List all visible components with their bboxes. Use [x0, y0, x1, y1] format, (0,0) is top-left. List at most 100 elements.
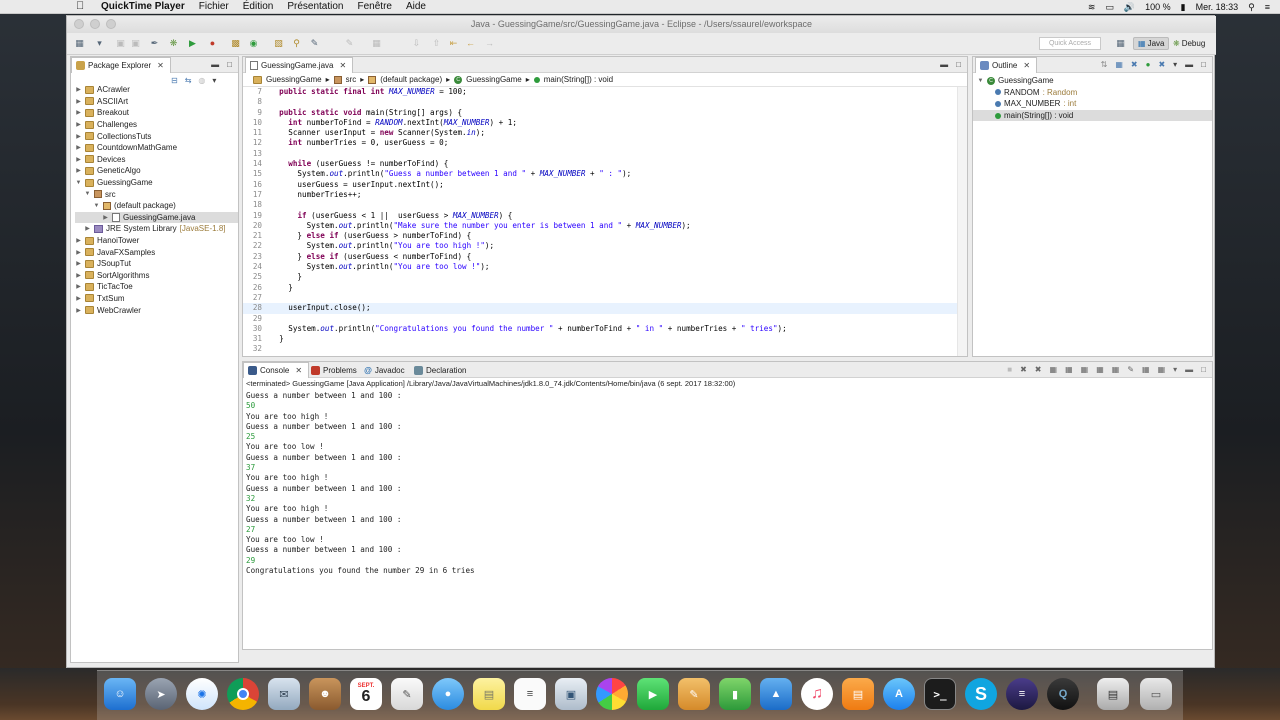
tree-item-src[interactable]: ▼ src	[75, 188, 238, 200]
expand-arrow-icon[interactable]: ▶	[75, 156, 82, 163]
code-line[interactable]: 31 }	[243, 334, 967, 344]
zoom-window-button[interactable]	[106, 19, 116, 29]
quicktime-icon[interactable]: Q	[1047, 678, 1079, 710]
code-line[interactable]: 8	[243, 97, 967, 107]
run-last-tool-icon[interactable]: ●	[207, 38, 218, 48]
expand-arrow-icon[interactable]: ▶	[75, 121, 82, 128]
app-menu[interactable]: QuickTime Player	[101, 1, 185, 12]
tree-item-jre-library[interactable]: ▶ JRE System Library [JavaSE-1.8]	[75, 223, 238, 235]
show-on-error-icon[interactable]: ▦	[1112, 365, 1120, 374]
clear-console-icon[interactable]: ▦	[1050, 365, 1058, 374]
tree-item-hanoitower[interactable]: ▶ HanoiTower	[75, 235, 238, 247]
breadcrumb-item[interactable]: GuessingGame	[266, 75, 322, 84]
debug-icon[interactable]: ❋	[168, 38, 179, 48]
view-menu-icon[interactable]: ▾	[1173, 60, 1177, 69]
back-icon[interactable]: ←	[465, 38, 476, 48]
tree-item-asciiart[interactable]: ▶ ASCIIArt	[75, 96, 238, 108]
notes-icon[interactable]: ✎	[391, 678, 423, 710]
scroll-lock-icon[interactable]: ▦	[1065, 365, 1073, 374]
minimize-icon[interactable]: ▬	[211, 60, 219, 69]
collapse-arrow-icon[interactable]: ▼	[93, 203, 100, 209]
spotlight-icon[interactable]: ⚲	[1248, 2, 1255, 13]
maximize-icon[interactable]: □	[1201, 60, 1206, 69]
expand-arrow-icon[interactable]: ▶	[75, 86, 82, 93]
expand-arrow-icon[interactable]: ▶	[75, 237, 82, 244]
hide-fields-icon[interactable]: ▦	[1115, 60, 1123, 69]
expand-arrow-icon[interactable]: ▶	[75, 98, 82, 105]
tab-javadoc[interactable]: @ Javadoc	[360, 362, 411, 378]
hide-local-types-icon[interactable]: ✖	[1158, 60, 1165, 69]
breadcrumb-item[interactable]: GuessingGame	[466, 75, 522, 84]
close-icon[interactable]: ✕	[1023, 61, 1030, 70]
tab-guessinggame-java[interactable]: GuessingGame.java ✕	[245, 57, 354, 73]
code-line[interactable]: 24 System.out.println("You are too low !…	[243, 262, 967, 272]
code-line[interactable]: 17 numberTries++;	[243, 190, 967, 200]
maximize-icon[interactable]: □	[956, 60, 961, 69]
tree-item-txtsum[interactable]: ▶ TxtSum	[75, 293, 238, 305]
battery-icon[interactable]: ▮	[1181, 2, 1186, 13]
airplay-icon[interactable]: ▭	[1105, 2, 1114, 13]
sort-icon[interactable]: ⇅	[1101, 60, 1108, 69]
tree-item-countdownmathgame[interactable]: ▶ CountdownMathGame	[75, 142, 238, 154]
expand-arrow-icon[interactable]: ▶	[75, 109, 82, 116]
code-line[interactable]: 12 int numberTries = 0, userGuess = 0;	[243, 138, 967, 148]
hide-static-icon[interactable]: ✖	[1131, 60, 1138, 69]
menu-aide[interactable]: Aide	[406, 1, 426, 12]
launchpad-icon[interactable]: ➤	[145, 678, 177, 710]
debug-perspective-button[interactable]: ❋ Debug	[1169, 37, 1209, 50]
format-icon[interactable]: ▦	[371, 38, 382, 48]
pages-icon[interactable]: ✎	[678, 678, 710, 710]
terminate-icon[interactable]: ■	[1007, 365, 1012, 374]
code-line[interactable]: 26 }	[243, 283, 967, 293]
outline-item-random[interactable]: RANDOM : Random	[977, 87, 1212, 99]
code-line[interactable]: 28 userInput.close();	[243, 303, 967, 314]
save-icon[interactable]: ▣	[115, 38, 126, 48]
code-line[interactable]: 27	[243, 293, 967, 303]
tab-package-explorer[interactable]: Package Explorer ✕	[71, 57, 171, 73]
expand-arrow-icon[interactable]: ▶	[75, 167, 82, 174]
expand-arrow-icon[interactable]: ▶	[75, 283, 82, 290]
close-icon[interactable]: ✕	[339, 61, 346, 70]
console-output[interactable]: Guess a number between 1 and 100 :50 You …	[246, 391, 1212, 576]
contacts-icon[interactable]: ☻	[309, 678, 341, 710]
code-line[interactable]: 23 } else if (userGuess < numberToFind) …	[243, 252, 967, 262]
calendar-icon[interactable]: SEPT. 6	[350, 678, 382, 710]
save-all-icon[interactable]: ▣	[130, 38, 141, 48]
tree-item-breakout[interactable]: ▶ Breakout	[75, 107, 238, 119]
prev-annotation-icon[interactable]: ⇧	[431, 38, 442, 48]
new-java-project-icon[interactable]: ▩	[230, 38, 241, 48]
code-line[interactable]: 14 while (userGuess != numberToFind) {	[243, 159, 967, 169]
stickies-icon[interactable]: ▤	[473, 678, 505, 710]
code-line[interactable]: 19 if (userGuess < 1 || userGuess > MAX_…	[243, 211, 967, 221]
new-dropdown-icon[interactable]: ▾	[94, 38, 105, 48]
breadcrumb-item[interactable]: src	[346, 75, 357, 84]
forward-icon[interactable]: →	[484, 38, 495, 48]
open-console-icon[interactable]: ▦	[1158, 365, 1166, 374]
tree-item-guessinggame-java[interactable]: ▶ GuessingGame.java	[75, 211, 238, 224]
minimize-icon[interactable]: ▬	[940, 60, 948, 69]
minimize-icon[interactable]: ▬	[1185, 60, 1193, 69]
code-line[interactable]: 7 public static final int MAX_NUMBER = 1…	[243, 87, 967, 97]
app-store-icon[interactable]: A	[883, 678, 915, 710]
breadcrumb-item[interactable]: main(String[]) : void	[544, 75, 613, 84]
tab-console[interactable]: Console ✕	[243, 362, 310, 378]
collapse-arrow-icon[interactable]: ▼	[977, 78, 984, 84]
code-line[interactable]: 15 System.out.println("Guess a number be…	[243, 169, 967, 179]
expand-arrow-icon[interactable]: ▶	[75, 295, 82, 302]
remove-all-terminated-icon[interactable]: ✖	[1035, 365, 1042, 374]
battery-percent[interactable]: 100 %	[1145, 2, 1171, 12]
search-icon[interactable]: ⚲	[291, 38, 302, 48]
terminal-icon[interactable]: >_	[924, 678, 956, 710]
expand-arrow-icon[interactable]: ▶	[75, 249, 82, 256]
breadcrumb-item[interactable]: (default package)	[380, 75, 442, 84]
outline-item-class[interactable]: ▼ C GuessingGame	[977, 75, 1212, 87]
tree-item-collectionstuts[interactable]: ▶ CollectionsTuts	[75, 130, 238, 142]
messages-icon[interactable]: ●	[432, 678, 464, 710]
toggle-breakpoint-icon[interactable]: ✒	[149, 38, 160, 48]
code-line[interactable]: 22 System.out.println("You are too high …	[243, 241, 967, 251]
new-icon[interactable]: ▦	[74, 38, 85, 48]
maximize-icon[interactable]: □	[1201, 365, 1206, 374]
close-icon[interactable]: ✕	[157, 61, 164, 70]
menu-edition[interactable]: Édition	[243, 1, 274, 12]
tab-declaration[interactable]: Declaration	[410, 362, 472, 378]
